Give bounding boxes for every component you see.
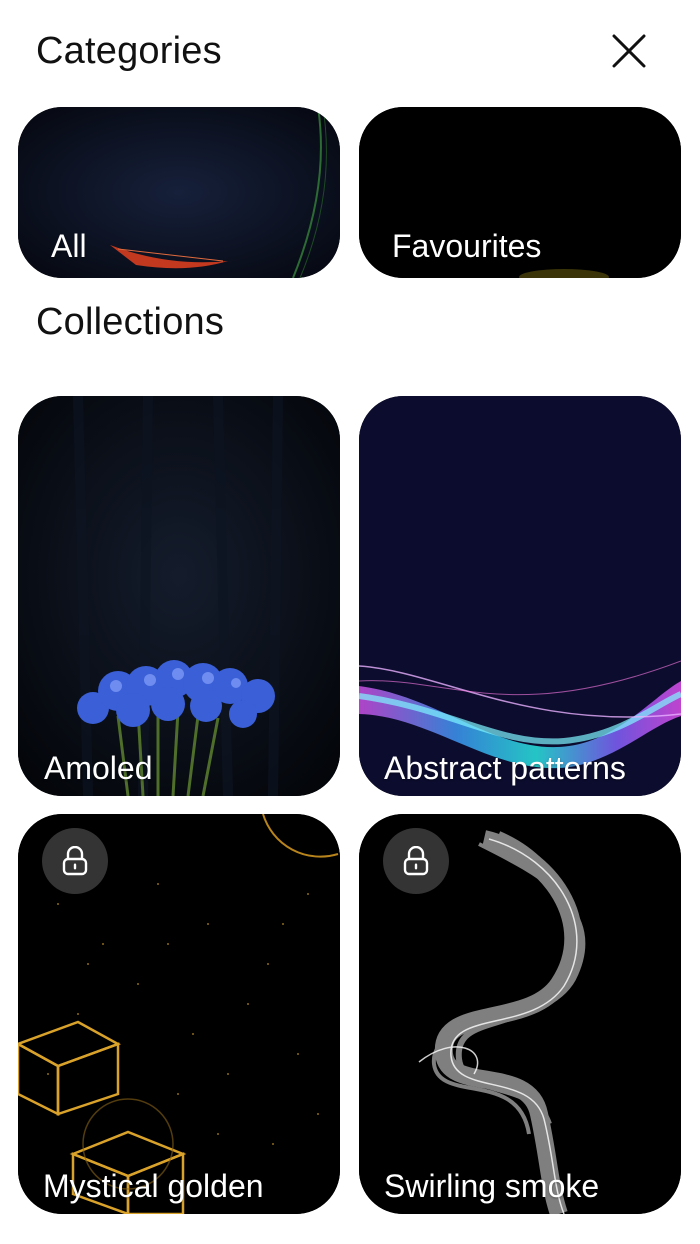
collection-tile-mystical-golden[interactable]: Mystical golden (18, 814, 340, 1214)
collection-tile-swirling-smoke[interactable]: Swirling smoke (359, 814, 681, 1214)
collection-tile-amoled[interactable]: Amoled (18, 396, 340, 796)
collection-label-abstract-patterns: Abstract patterns (384, 750, 626, 786)
lock-icon (62, 846, 88, 876)
category-label-all: All (51, 228, 87, 264)
lock-icon (403, 846, 429, 876)
category-tile-favourites[interactable]: Favourites (359, 107, 681, 278)
collection-label-amoled: Amoled (44, 750, 153, 786)
close-icon (612, 34, 646, 68)
page-title: Categories (36, 30, 222, 72)
amoled-image (18, 396, 340, 796)
close-button[interactable] (606, 28, 652, 74)
collection-label-swirling-smoke: Swirling smoke (384, 1168, 600, 1204)
lock-badge-swirling-smoke (383, 828, 449, 894)
category-label-favourites: Favourites (392, 228, 542, 264)
collections-heading: Collections (36, 301, 225, 343)
category-tile-all[interactable]: All (18, 107, 340, 278)
lock-badge-mystical-golden (42, 828, 108, 894)
abstract-patterns-image (359, 396, 681, 796)
collection-label-mystical-golden: Mystical golden (43, 1168, 264, 1204)
collection-tile-abstract-patterns[interactable]: Abstract patterns (359, 396, 681, 796)
